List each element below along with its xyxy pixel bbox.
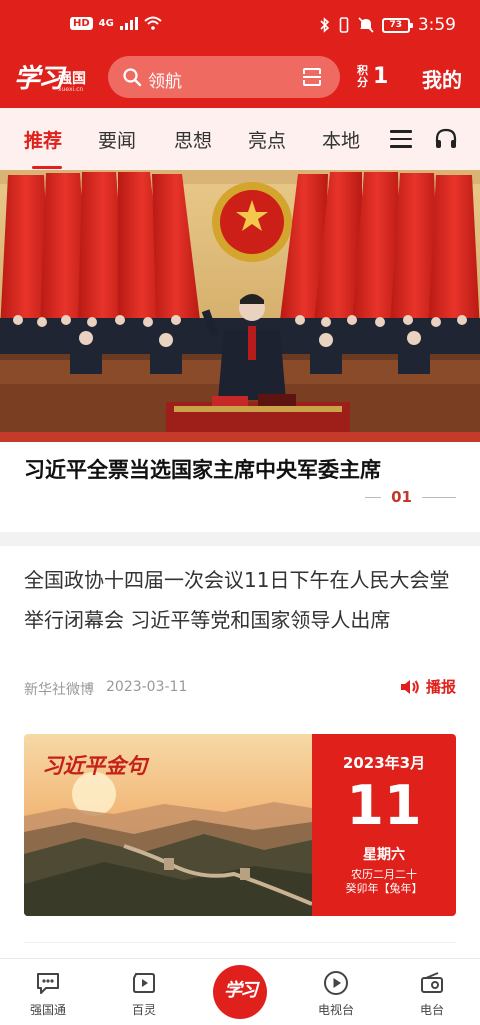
calendar-panel: 2023年3月 11 星期六 农历二月二十 癸卯年【兔年】 [312,734,456,916]
bluetooth-icon [320,17,329,33]
article-date: 2023-03-11 [106,679,188,695]
nav-label: 电台 [419,1003,444,1017]
vibrate-icon [339,17,349,33]
video-icon [133,973,155,993]
hero-image[interactable] [0,170,480,442]
pager-line-left [365,496,382,498]
points-label: 积分 [357,63,368,89]
play-circle-icon [324,971,348,995]
quote-section: 习近平金句 2023年3月 11 星期六 农历二月二十 癸卯年【兔年】 [0,712,480,958]
xuexi-home-icon[interactable]: 学习 [213,965,267,1019]
bottom-nav: 强国通 百灵 学习 电视台 电台 [0,958,480,1025]
article-title: 全国政协十四届一次会议11日下午在人民大会堂举行闭幕会 习近平等党和国家领导人出… [24,568,450,632]
tab-thought[interactable]: 思想 [174,126,212,153]
nav-label: 强国通 [29,1003,66,1017]
broadcast-button[interactable]: 播报 [400,676,456,697]
network-type: 4G [98,17,114,29]
status-bar: HD 4G 73 3:59 [0,0,480,52]
calendar-day: 11 [346,774,422,837]
app-header: 学习 强国 xuexi.cn 领航 积分 1 我的 [0,52,480,108]
mine-button[interactable]: 我的 [422,64,462,93]
nav-tv[interactable]: 电视台 [306,969,366,1018]
divider [24,942,456,943]
logo-script: 学习 [14,64,64,94]
search-placeholder: 领航 [148,72,182,92]
tab-local[interactable]: 本地 [322,126,360,153]
logo-brand: 强国 [58,71,86,87]
lunar-date: 农历二月二十 [351,868,417,881]
scan-icon[interactable] [302,67,322,87]
quote-card[interactable]: 习近平金句 2023年3月 11 星期六 农历二月二十 癸卯年【兔年】 [24,734,456,916]
tab-recommend[interactable]: 推荐 [24,126,62,153]
article-source: 新华社微博 [24,682,94,698]
app-screen: HD 4G 73 3:59 学习 强国 xuexi.cn 领航 积分 1 我的 … [0,0,480,1025]
status-right: 73 3:59 [320,15,456,35]
status-left: HD 4G [70,16,162,30]
lunar-year: 癸卯年【兔年】 [345,882,423,895]
nav-label: 百灵 [131,1003,156,1017]
broadcast-label: 播报 [425,678,456,696]
mute-icon [358,17,374,33]
search-icon [123,68,142,87]
tab-highlights[interactable]: 亮点 [248,126,286,153]
signal-icon [119,16,138,30]
status-time: 3:59 [417,15,456,35]
calendar-weekday: 星期六 [363,847,405,863]
battery-icon: 73 [381,17,413,33]
hd-badge: HD [70,16,93,30]
speaker-icon [400,679,419,694]
logo-domain: xuexi.cn [58,86,84,93]
news-article[interactable]: 全国政协十四届一次会议11日下午在人民大会堂举行闭幕会 习近平等党和国家领导人出… [0,532,480,723]
tab-active-indicator [32,166,62,169]
nav-bailing[interactable]: 百灵 [114,969,174,1018]
search-bar[interactable]: 领航 [108,56,340,98]
pager-number: 01 [391,488,412,506]
tab-headlines[interactable]: 要闻 [98,126,136,153]
hero-caption[interactable]: 习近平全票当选国家主席中央军委主席 01 [0,442,480,532]
points-value: 1 [373,64,389,89]
channel-tabs: 推荐 要闻 思想 亮点 本地 [0,108,480,170]
headphones-icon[interactable] [434,127,458,151]
article-meta: 新华社微博 2023-03-11 [24,679,187,699]
calendar-lunar: 农历二月二十 癸卯年【兔年】 [312,868,456,896]
radio-icon [421,972,443,993]
nav-label: 电视台 [317,1003,354,1017]
calendar-year-month: 2023年3月 [342,754,426,772]
nav-qiangguotong[interactable]: 强国通 [18,969,78,1018]
wifi-icon [144,16,162,30]
points-counter[interactable]: 积分 1 [357,64,388,89]
quote-card-title: 习近平金句 [42,753,147,778]
chat-icon [37,973,59,994]
pager-line-right [422,496,456,498]
hero-illustration [0,170,480,442]
menu-icon[interactable] [390,130,412,148]
hero-title: 习近平全票当选国家主席中央军委主席 [24,458,381,482]
nav-radio[interactable]: 电台 [402,969,462,1018]
hero-pager: 01 [365,488,456,506]
xuexi-logo[interactable]: 学习 强国 xuexi.cn [14,58,94,98]
